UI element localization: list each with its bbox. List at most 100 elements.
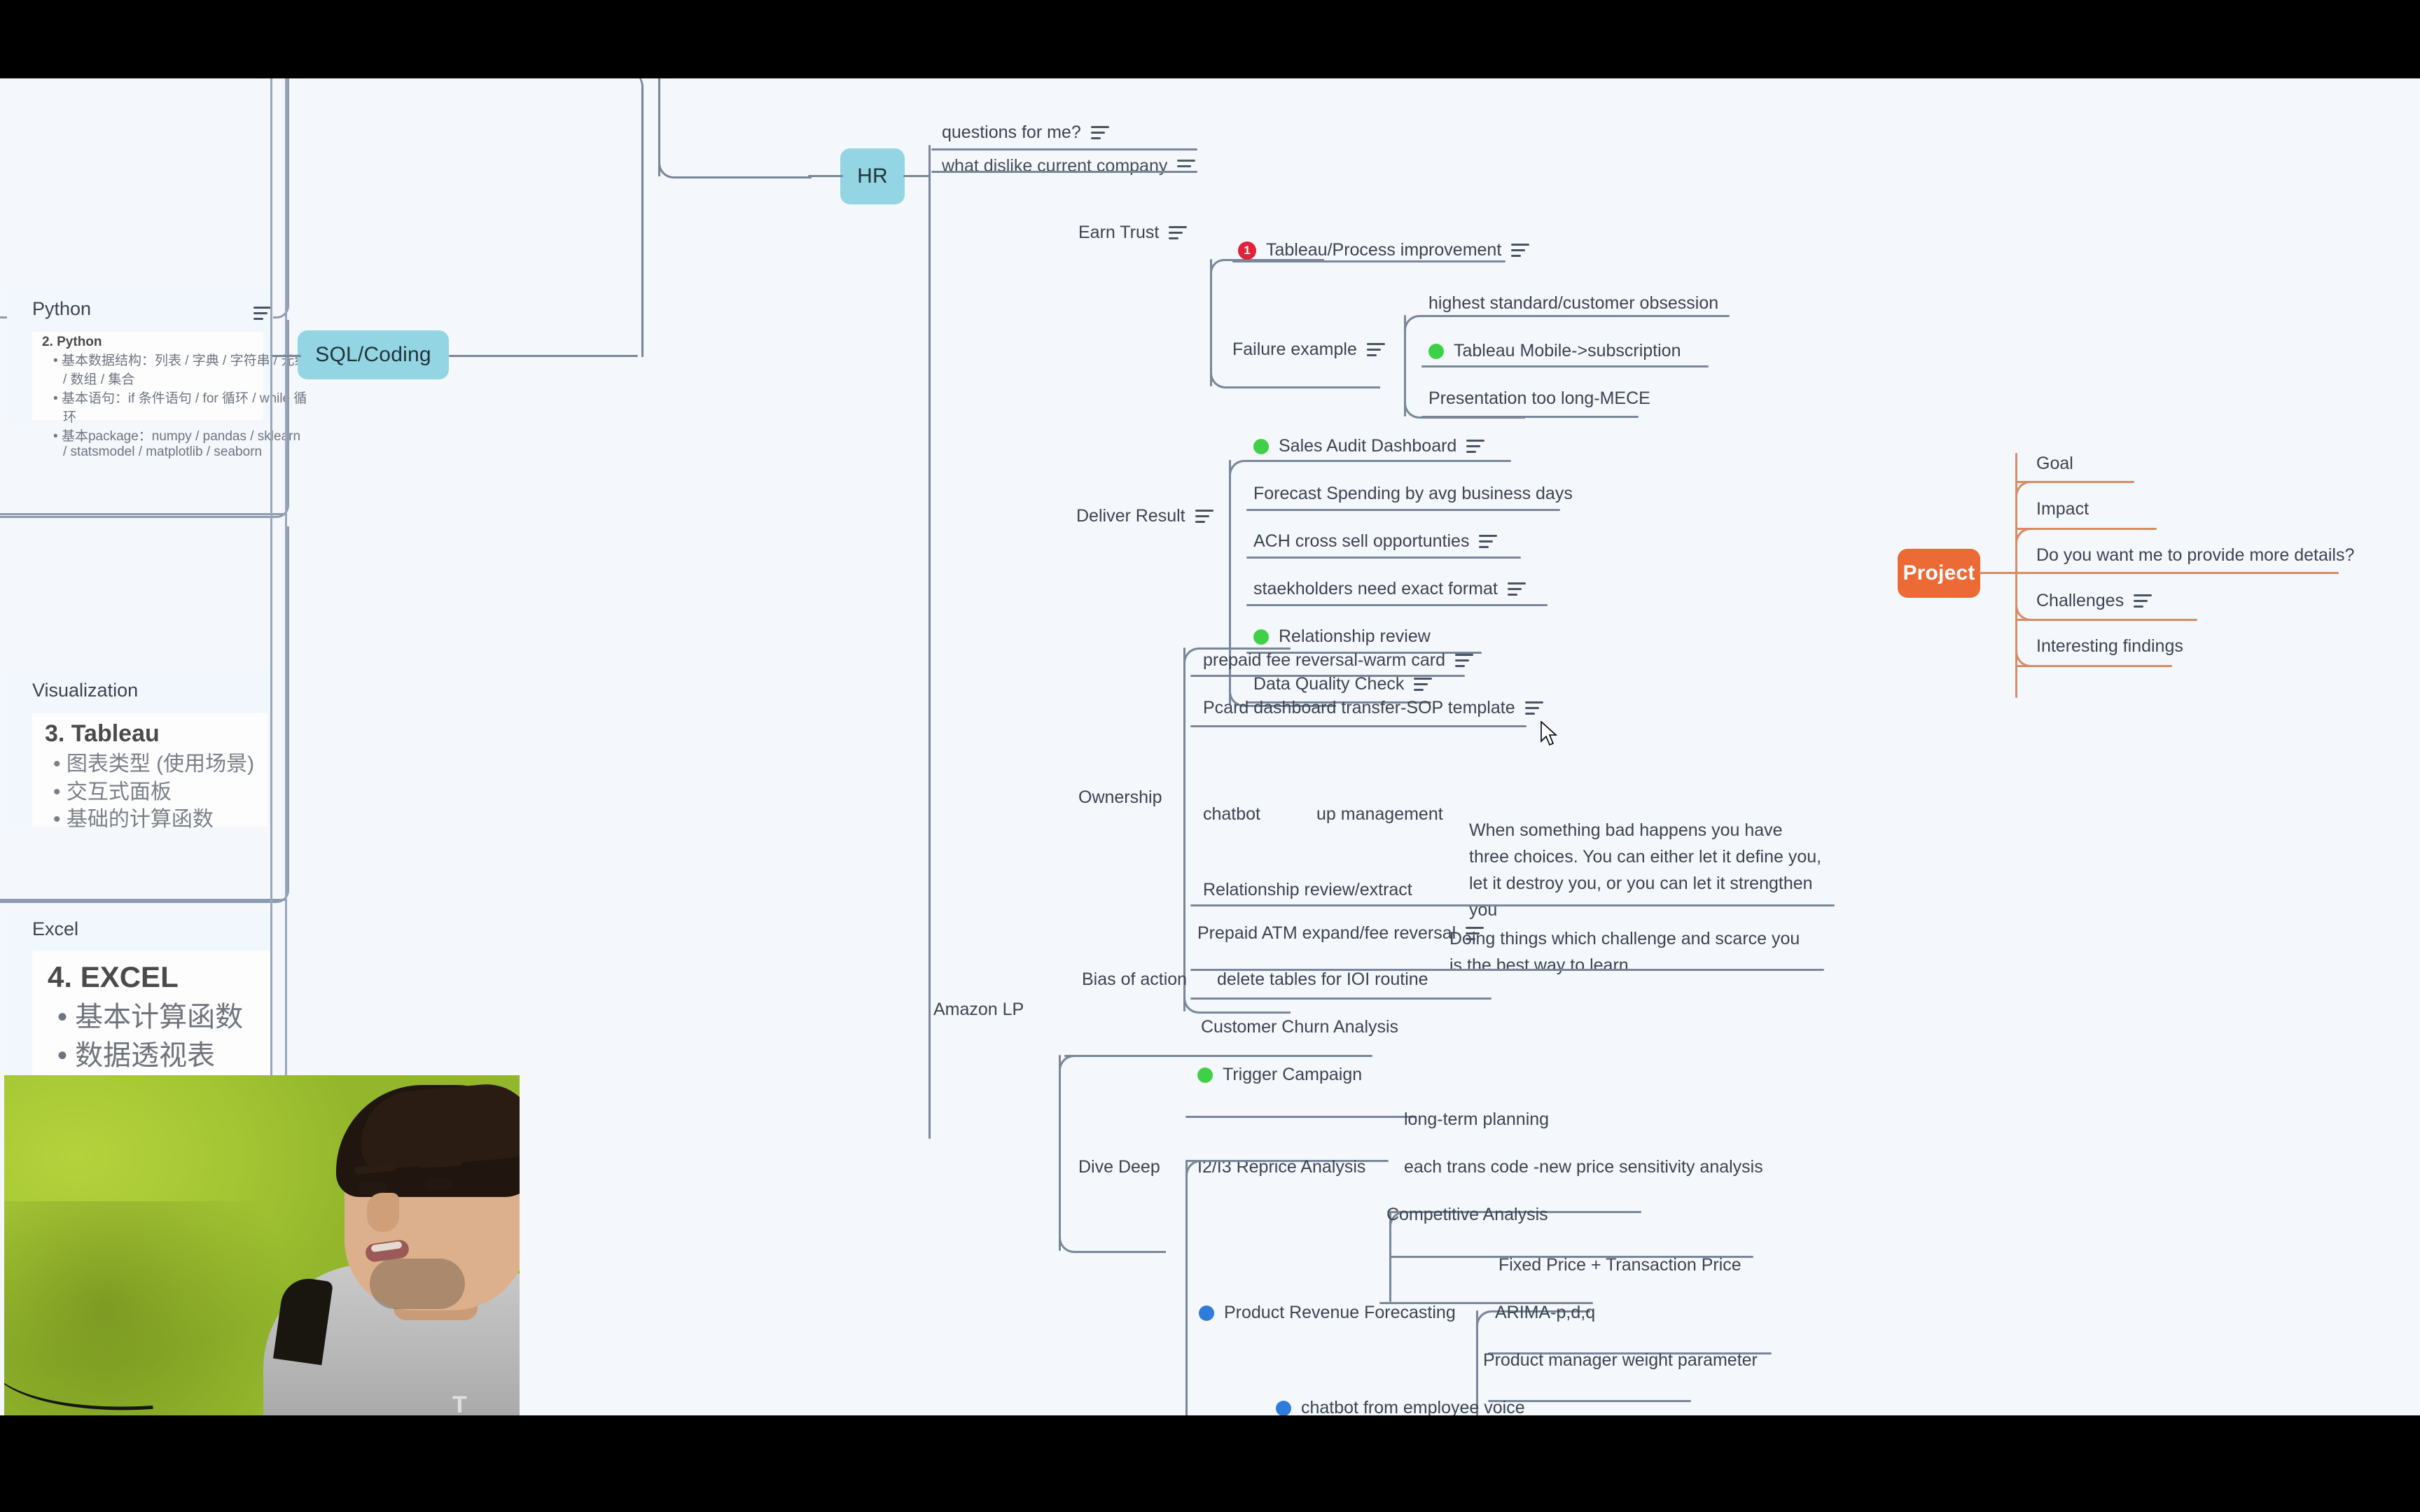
connector-elbow: [2015, 591, 2192, 621]
node-prepaid-fee-reversal-warm-card[interactable]: prepaid fee reversal-warm card: [1203, 650, 1473, 671]
node-label: ACH cross sell opportunties: [1253, 531, 1470, 551]
branch-underline: [1246, 509, 1560, 511]
note-icon[interactable]: [1414, 678, 1433, 692]
node-up-management[interactable]: up management: [1316, 804, 1443, 825]
branch-underline: [1421, 315, 1730, 317]
node-label: Customer Churn Analysis: [1201, 1017, 1399, 1037]
mouse-cursor: [1541, 721, 1558, 746]
webcam-shirt-text: T: [452, 1392, 467, 1415]
note-icon[interactable]: [1366, 343, 1385, 357]
node-chatbot[interactable]: chatbot: [1203, 804, 1260, 825]
node-bias-of-action[interactable]: Bias of action: [1082, 969, 1187, 990]
node-label: Amazon LP: [933, 1000, 1024, 1019]
status-dot-blue: [1199, 1305, 1214, 1321]
node-trigger-campaign[interactable]: Trigger Campaign: [1197, 1064, 1362, 1086]
node-tableau-mobile-subscription[interactable]: Tableau Mobile->subscription: [1428, 340, 1681, 362]
node-label: Tableau Mobile->subscription: [1454, 341, 1681, 360]
branch-underline: [1246, 604, 1548, 606]
node-goal[interactable]: Goal: [2036, 453, 2073, 475]
node-label: Relationship review/extract: [1203, 880, 1412, 899]
node-failure-example[interactable]: Failure example: [1232, 339, 1385, 360]
root-node-project[interactable]: Project: [1898, 549, 1980, 598]
node-what-dislike-current-company[interactable]: what dislike current company: [942, 155, 1196, 177]
note-icon[interactable]: [1511, 244, 1530, 258]
node-relationship-review[interactable]: Relationship review: [1253, 626, 1431, 648]
note-icon[interactable]: [1466, 927, 1484, 941]
note-icon[interactable]: [1479, 535, 1498, 549]
node-amazon-lp[interactable]: Amazon LP: [933, 999, 1024, 1021]
root-node-hr[interactable]: HR: [840, 148, 905, 204]
node-label: Relationship review: [1279, 626, 1431, 646]
node-customer-churn-analysis[interactable]: Customer Churn Analysis: [1201, 1016, 1398, 1038]
node-ownership[interactable]: Ownership: [1078, 787, 1162, 808]
node-tableau-process-improvement[interactable]: 1 Tableau/Process improvement: [1238, 239, 1530, 261]
node-sales-audit-dashboard[interactable]: Sales Audit Dashboard: [1253, 435, 1485, 457]
node-do-you-want-more-details[interactable]: Do you want me to provide more details?: [2036, 545, 2354, 566]
node-label: Bias of action: [1082, 969, 1188, 989]
node-fixed-price-transaction-price[interactable]: Fixed Price + Transaction Price: [1498, 1254, 1741, 1276]
node-label: Goal: [2036, 454, 2073, 473]
node-highest-standard-customer-obsession[interactable]: highest standard/customer obsession: [1428, 293, 1718, 314]
connector-elbow: [2015, 637, 2167, 667]
node-presentation-too-long-mece[interactable]: Presentation too long-MECE: [1428, 388, 1650, 410]
node-prepaid-atm-expand-fee-reversal[interactable]: Prepaid ATM expand/fee reversal: [1197, 923, 1484, 944]
node-chatbot-from-employee-voice[interactable]: chatbot from employee voice: [1276, 1397, 1525, 1415]
note-icon[interactable]: [1169, 226, 1188, 240]
connector-elbow: [658, 141, 812, 178]
node-competitive-analysis[interactable]: Competitive Analysis: [1386, 1204, 1548, 1226]
node-label: chatbot: [1203, 804, 1261, 824]
node-quote-when-something-bad-happens[interactable]: When something bad happens you have thre…: [1469, 817, 1833, 923]
node-pcard-dashboard-transfer-sop-template[interactable]: Pcard dashboard transfer-SOP template: [1203, 697, 1543, 719]
root-node-sql-coding[interactable]: SQL/Coding: [298, 330, 449, 379]
node-label: Product manager weight parameter: [1483, 1350, 1758, 1370]
note-icon[interactable]: [1507, 582, 1526, 596]
note-icon[interactable]: [1090, 126, 1109, 140]
node-ach-cross-sell-opportunties[interactable]: ACH cross sell opportunties: [1253, 531, 1498, 552]
node-label: up management: [1316, 804, 1443, 824]
status-dot-green: [1253, 629, 1269, 645]
node-forecast-spending[interactable]: Forecast Spending by avg business days: [1253, 483, 1573, 505]
webcam-person-jaw-shadow: [370, 1259, 465, 1309]
node-staekholders-need-exact-format[interactable]: staekholders need exact format: [1253, 578, 1526, 600]
node-dive-deep[interactable]: Dive Deep: [1078, 1156, 1160, 1178]
node-impact[interactable]: Impact: [2036, 498, 2089, 520]
connector-elbow: [1210, 259, 1324, 289]
screen-recording-stage: Python 2. Python • 基本数据结构：列表 / 字典 / 字符串 …: [0, 0, 2420, 1512]
node-label: Prepaid ATM expand/fee reversal: [1197, 923, 1456, 943]
branch-underline: [1421, 416, 1639, 418]
webcam-person-eye-right: [424, 1177, 452, 1191]
node-relationship-review-extract[interactable]: Relationship review/extract: [1203, 879, 1412, 901]
node-label: delete tables for IOI routine: [1217, 969, 1428, 989]
node-deliver-result[interactable]: Deliver Result: [1076, 505, 1214, 527]
status-dot-green: [1197, 1067, 1213, 1083]
connector: [1979, 572, 2017, 574]
letterbox-bottom: [0, 1415, 2420, 1512]
branch-underline: [1246, 556, 1521, 559]
node-questions-for-me[interactable]: questions for me?: [942, 122, 1109, 144]
node-label: Ownership: [1078, 788, 1162, 807]
note-icon[interactable]: [1466, 440, 1485, 454]
note-icon[interactable]: [1195, 510, 1214, 524]
node-delete-tables-for-ioi-routine[interactable]: delete tables for IOI routine: [1217, 969, 1428, 990]
note-icon[interactable]: [253, 307, 272, 320]
doc-panel-python-title: Python: [32, 298, 92, 319]
node-label: Deliver Result: [1076, 506, 1185, 526]
note-icon[interactable]: [1454, 654, 1473, 668]
node-product-revenue-forecasting[interactable]: Product Revenue Forecasting: [1199, 1302, 1456, 1324]
branch-underline: [1246, 460, 1511, 462]
node-label: Tableau/Process improvement: [1266, 240, 1502, 260]
webcam-overlay[interactable]: T: [4, 1075, 520, 1415]
branch-underline: [931, 171, 1197, 173]
branch-underline: [1232, 260, 1505, 262]
node-label: what dislike current company: [942, 156, 1168, 176]
note-icon[interactable]: [1524, 701, 1543, 715]
node-long-term-planning[interactable]: long-term planning: [1404, 1109, 1549, 1130]
node-arima-p-d-q[interactable]: ARIMA-p,d,q: [1495, 1302, 1595, 1324]
node-product-manager-weight-parameter[interactable]: Product manager weight parameter: [1483, 1350, 1758, 1371]
doc-bullet: • 基本计算函数: [57, 1001, 244, 1032]
node-earn-trust[interactable]: Earn Trust: [1078, 222, 1188, 244]
node-label: staekholders need exact format: [1253, 579, 1498, 598]
node-each-trans-code-new-price-sensitivity[interactable]: each trans code -new price sensitivity a…: [1404, 1156, 1763, 1178]
connector-elbow: [1059, 1055, 1166, 1085]
node-label: Presentation too long-MECE: [1428, 388, 1650, 408]
